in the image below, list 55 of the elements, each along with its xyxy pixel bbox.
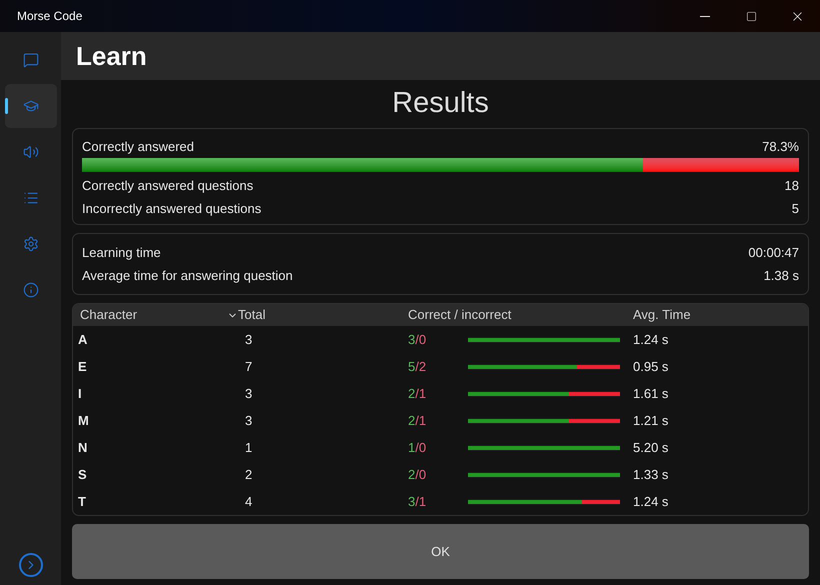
table-cell-text: 7 (244, 358, 254, 376)
table-cell-text: 3 (244, 384, 254, 403)
page-title: Learn (76, 40, 147, 72)
column-header[interactable]: Total (227, 305, 266, 325)
table-cell-text: 3 (244, 330, 254, 349)
stat-label: Correctly answered questions (82, 176, 254, 195)
table-cell-text: 3/0 (408, 330, 428, 349)
nav-item[interactable] (4, 84, 56, 128)
table-cell-text: 1.24 s (633, 330, 668, 349)
table-cell-text: 4 (244, 492, 254, 511)
stat-label: Incorrectly answered questions (82, 200, 262, 218)
table-cell-text: 1.21 s (633, 412, 668, 430)
chat-icon (22, 52, 38, 68)
ok-button[interactable]: OK (72, 524, 809, 579)
table-cell-text: I (78, 384, 83, 403)
selection-indicator (4, 98, 8, 114)
table-cell-text: 5/2 (408, 358, 428, 376)
table-cell-text: S (78, 466, 88, 484)
results-title: Results (392, 86, 489, 122)
table-cell-text: E (78, 358, 88, 376)
window-title: Morse Code (17, 8, 82, 25)
table-cell-text: 2 (244, 466, 254, 484)
speaker-icon (22, 144, 38, 160)
column-header[interactable]: Character (80, 305, 138, 325)
table-cell-text: 5.20 s (633, 438, 668, 457)
table-cell-text: 1.33 s (633, 466, 668, 484)
summary-value: 78.3% (762, 138, 799, 156)
table-cell-text: T (78, 492, 87, 511)
stat-label: Learning time (82, 244, 161, 262)
settings-icon (22, 236, 38, 252)
stat-value: 1.38 s (764, 266, 799, 285)
table-cell-text: A (78, 330, 88, 349)
table-cell-text: M (78, 412, 90, 430)
table-cell-text: N (78, 438, 88, 457)
expand-button[interactable] (18, 553, 42, 577)
table-cell-text: 1/0 (408, 438, 428, 457)
maximize-icon (746, 10, 756, 22)
table-cell-text: 0.95 s (633, 358, 668, 376)
column-header[interactable]: Correct / incorrect (408, 305, 512, 325)
stat-value: 5 (792, 200, 799, 218)
table-cell-text: 1.61 s (633, 384, 668, 403)
graduation-cap-icon (22, 98, 38, 114)
table-cell-text: 1.24 s (633, 492, 668, 511)
stat-value: 18 (784, 176, 799, 194)
table-cell-text: 3 (244, 412, 254, 430)
table-cell-text: 2/0 (408, 466, 428, 484)
column-header[interactable]: Avg. Time (633, 305, 691, 325)
stat-value: 00:00:47 (748, 244, 799, 262)
info-icon (22, 282, 38, 298)
table-cell-text: 3/1 (408, 492, 428, 511)
table-cell-text: 1 (244, 438, 254, 457)
table-cell-text: 2/1 (408, 412, 428, 430)
summary-label: Correctly answered (82, 138, 194, 156)
stat-label: Average time for answering question (82, 266, 293, 285)
table-cell-text: 2/1 (408, 384, 428, 403)
